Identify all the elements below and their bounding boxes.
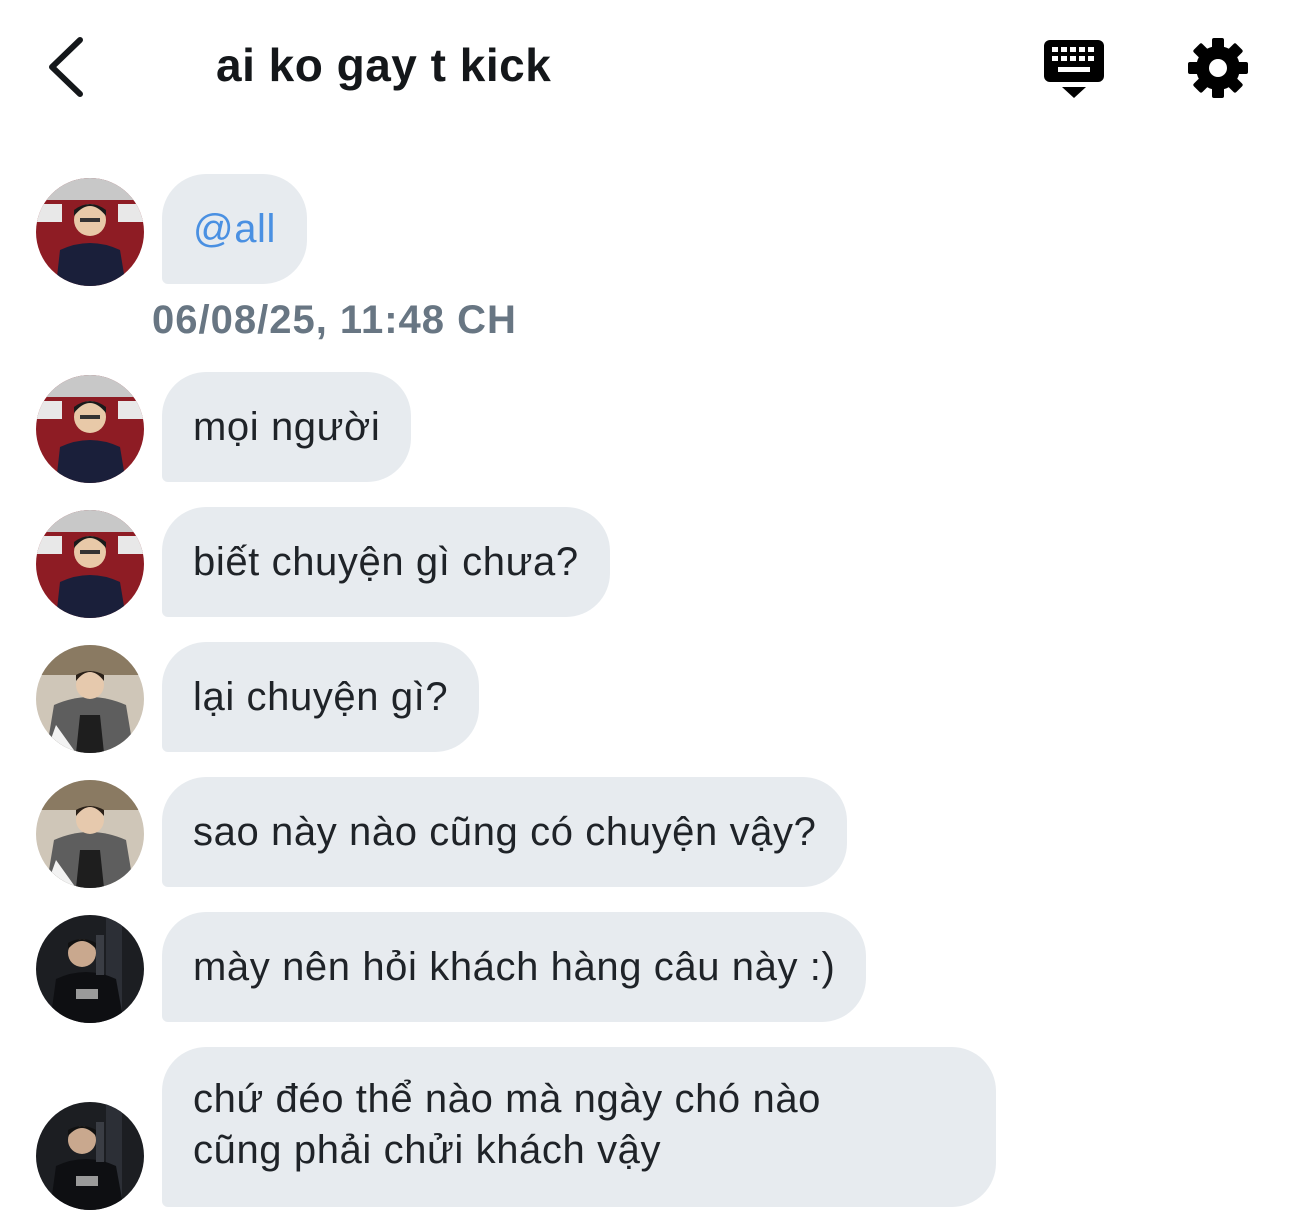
message-text: mày nên hỏi khách hàng câu này :) — [193, 944, 836, 989]
avatar[interactable] — [36, 915, 144, 1023]
message-bubble[interactable]: biết chuyện gì chưa? — [162, 507, 610, 617]
avatar[interactable] — [36, 645, 144, 753]
chat-title: ai ko gay t kick — [216, 39, 552, 91]
avatar[interactable] — [36, 780, 144, 888]
message-bubble[interactable]: @all — [162, 174, 308, 284]
message-text: mọi người — [193, 404, 381, 449]
back-button[interactable] — [40, 34, 94, 100]
avatar[interactable] — [36, 178, 144, 286]
message-text-line: chứ đéo thể nào mà ngày chó nào — [193, 1077, 822, 1121]
message-bubble[interactable]: mọi người — [162, 372, 412, 482]
keyboard-icon — [1044, 40, 1104, 98]
message-bubble[interactable]: mày nên hỏi khách hàng câu này :) — [162, 912, 867, 1022]
message-timestamp: 06/08/25, 11:48 CH — [152, 298, 517, 342]
avatar[interactable] — [36, 510, 144, 618]
message-text: sao này nào cũng có chuyện vậy? — [193, 809, 817, 854]
avatar[interactable] — [36, 375, 144, 483]
message-text-line: cũng phải chửi khách vậy — [193, 1128, 662, 1172]
message-bubble[interactable]: chứ đéo thể nào mà ngày chó nào cũng phả… — [162, 1047, 996, 1207]
mention-all[interactable]: @all — [193, 204, 276, 255]
message-text: lại chuyện gì? — [193, 674, 449, 719]
chevron-left-icon — [49, 37, 83, 97]
message-bubble[interactable]: sao này nào cũng có chuyện vậy? — [162, 777, 848, 887]
settings-button[interactable] — [1186, 36, 1250, 100]
keyboard-toggle-button[interactable] — [1040, 36, 1108, 102]
chat-header: ai ko gay t kick — [0, 0, 1290, 135]
avatar[interactable] — [36, 1102, 144, 1210]
message-bubble[interactable]: lại chuyện gì? — [162, 642, 480, 752]
gear-icon — [1188, 38, 1248, 98]
message-text: biết chuyện gì chưa? — [193, 539, 579, 584]
